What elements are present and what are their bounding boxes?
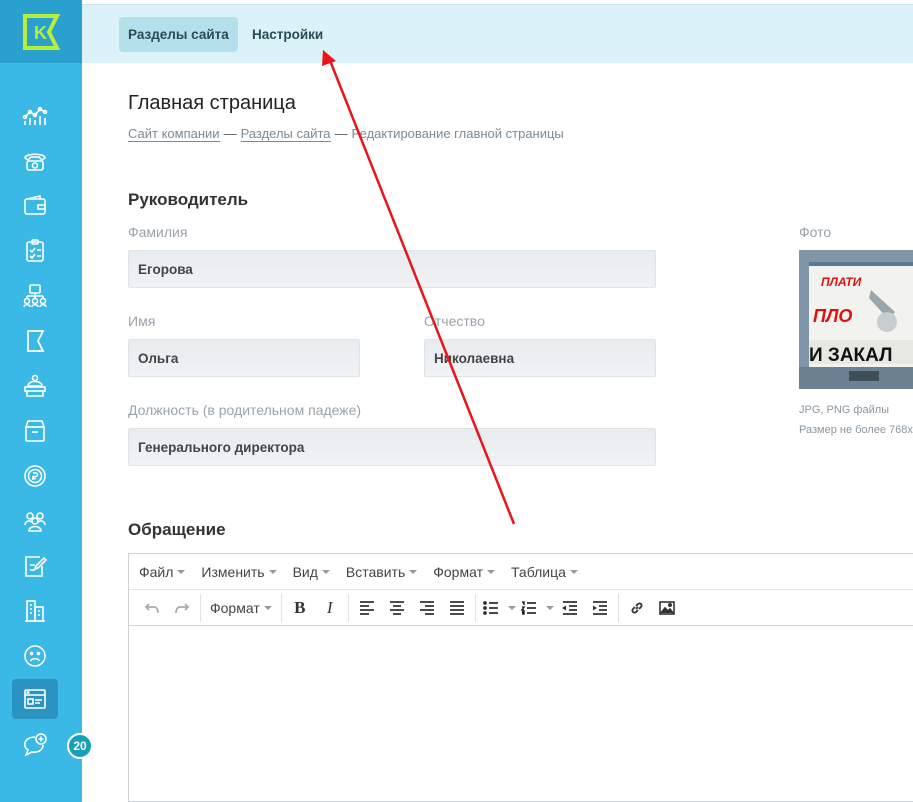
toolbar-divider	[617, 593, 619, 622]
outdent-icon[interactable]	[555, 594, 585, 622]
rich-text-editor: Файл Изменить Вид Вставить Формат Таблиц…	[128, 553, 913, 802]
link-icon[interactable]	[622, 594, 652, 622]
notification-badge[interactable]: 20	[67, 733, 93, 759]
svg-text:ПЛО: ПЛО	[813, 306, 852, 326]
position-label: Должность (в родительном падеже)	[128, 402, 362, 418]
svg-text:K: K	[34, 23, 47, 43]
section-title-appeal: Обращение	[128, 520, 226, 539]
editor-menubar: Файл Изменить Вид Вставить Формат Таблиц…	[129, 554, 913, 590]
indent-icon[interactable]	[585, 594, 615, 622]
editor-toolbar: Формат B I	[129, 590, 913, 626]
breadcrumb: Сайт компании — Разделы сайта — Редактирован…	[128, 126, 564, 142]
chevron-down-icon	[507, 605, 516, 610]
align-center-icon[interactable]	[382, 594, 412, 622]
undo-icon[interactable]	[137, 594, 167, 622]
breadcrumb-link-company-site[interactable]: Сайт компании	[128, 126, 220, 142]
coin-icon[interactable]	[12, 456, 58, 496]
svg-text:И ЗАКАЛ: И ЗАКАЛ	[809, 345, 892, 366]
photo-label: Фото	[799, 224, 832, 240]
flag-icon[interactable]	[12, 321, 58, 361]
phone-icon[interactable]	[12, 141, 58, 181]
breadcrumb-link-site-sections[interactable]: Разделы сайта	[240, 126, 331, 142]
firstname-field[interactable]: Ольга	[128, 339, 360, 377]
menu-table[interactable]: Таблица	[511, 564, 578, 580]
people-icon[interactable]	[12, 501, 58, 541]
bold-icon[interactable]: B	[285, 594, 315, 622]
archive-icon[interactable]	[12, 411, 58, 451]
section-title-manager: Руководитель	[128, 190, 249, 209]
chevron-down-icon	[177, 569, 186, 574]
breadcrumb-separator: —	[334, 126, 348, 141]
italic-icon[interactable]: I	[315, 594, 345, 622]
tab-site-sections[interactable]: Разделы сайта	[119, 17, 238, 52]
align-right-icon[interactable]	[412, 594, 442, 622]
menu-file[interactable]: Файл	[139, 564, 186, 580]
patronymic-field[interactable]: Николаевна	[424, 339, 656, 377]
svg-text:ПЛАТИ: ПЛАТИ	[821, 275, 862, 289]
menu-format[interactable]: Формат	[433, 564, 495, 580]
top-nav-bar: Разделы сайта Настройки	[82, 4, 913, 63]
website-icon[interactable]	[12, 679, 58, 719]
redo-icon[interactable]	[167, 594, 197, 622]
lastname-label: Фамилия	[128, 224, 188, 240]
logo-icon: K	[23, 13, 61, 50]
lastname-field[interactable]: Егорова	[128, 250, 656, 288]
reception-icon[interactable]	[12, 366, 58, 406]
editor-content-area[interactable]	[129, 626, 913, 801]
page-title: Главная страница	[128, 92, 296, 114]
manager-photo[interactable]: ПЛАТИ ПЛО И ЗАКАЛ	[799, 250, 913, 389]
menu-insert[interactable]: Вставить	[346, 564, 418, 580]
patronymic-label: Отчество	[424, 313, 485, 329]
chevron-down-icon	[321, 569, 330, 574]
sad-face-icon[interactable]	[12, 636, 58, 676]
buildings-icon[interactable]	[12, 591, 58, 631]
chevron-down-icon	[268, 569, 277, 574]
photo-hint-size: Размер не более 768x	[799, 424, 913, 436]
chevron-down-icon	[409, 569, 418, 574]
tab-settings[interactable]: Настройки	[243, 17, 332, 52]
photo-image: ПЛАТИ ПЛО И ЗАКАЛ	[799, 250, 913, 389]
chat-add-icon[interactable]	[12, 725, 58, 765]
chevron-down-icon	[486, 569, 495, 574]
numbered-list-icon[interactable]	[517, 594, 541, 622]
toolbar-divider	[347, 593, 349, 622]
chevron-down-icon	[263, 605, 272, 610]
firstname-label: Имя	[128, 313, 156, 329]
menu-edit[interactable]: Изменить	[201, 564, 277, 580]
chevron-down-icon	[569, 569, 578, 574]
analytics-icon[interactable]	[12, 96, 58, 136]
menu-view[interactable]: Вид	[293, 564, 330, 580]
image-icon[interactable]	[652, 594, 682, 622]
bullet-list-options[interactable]	[503, 594, 517, 622]
breadcrumb-separator: —	[223, 126, 237, 141]
clipboard-check-icon[interactable]	[12, 231, 58, 271]
toolbar-divider	[280, 593, 282, 622]
sidebar: K 20	[0, 0, 93, 802]
logo[interactable]: K	[0, 0, 82, 63]
org-structure-icon[interactable]	[12, 276, 58, 316]
edit-note-icon[interactable]	[12, 546, 58, 586]
format-select[interactable]: Формат	[204, 594, 278, 622]
position-field[interactable]: Генерального директора	[128, 428, 656, 466]
chevron-down-icon	[545, 605, 554, 610]
bullet-list-icon[interactable]	[479, 594, 503, 622]
align-justify-icon[interactable]	[442, 594, 472, 622]
toolbar-divider	[474, 593, 476, 622]
wallet-icon[interactable]	[12, 186, 58, 226]
align-left-icon[interactable]	[352, 594, 382, 622]
breadcrumb-current: Редактирование главной страницы	[351, 126, 564, 141]
toolbar-divider	[200, 593, 201, 622]
numbered-list-options[interactable]	[541, 594, 555, 622]
photo-hint-format: JPG, PNG файлы	[799, 404, 890, 416]
